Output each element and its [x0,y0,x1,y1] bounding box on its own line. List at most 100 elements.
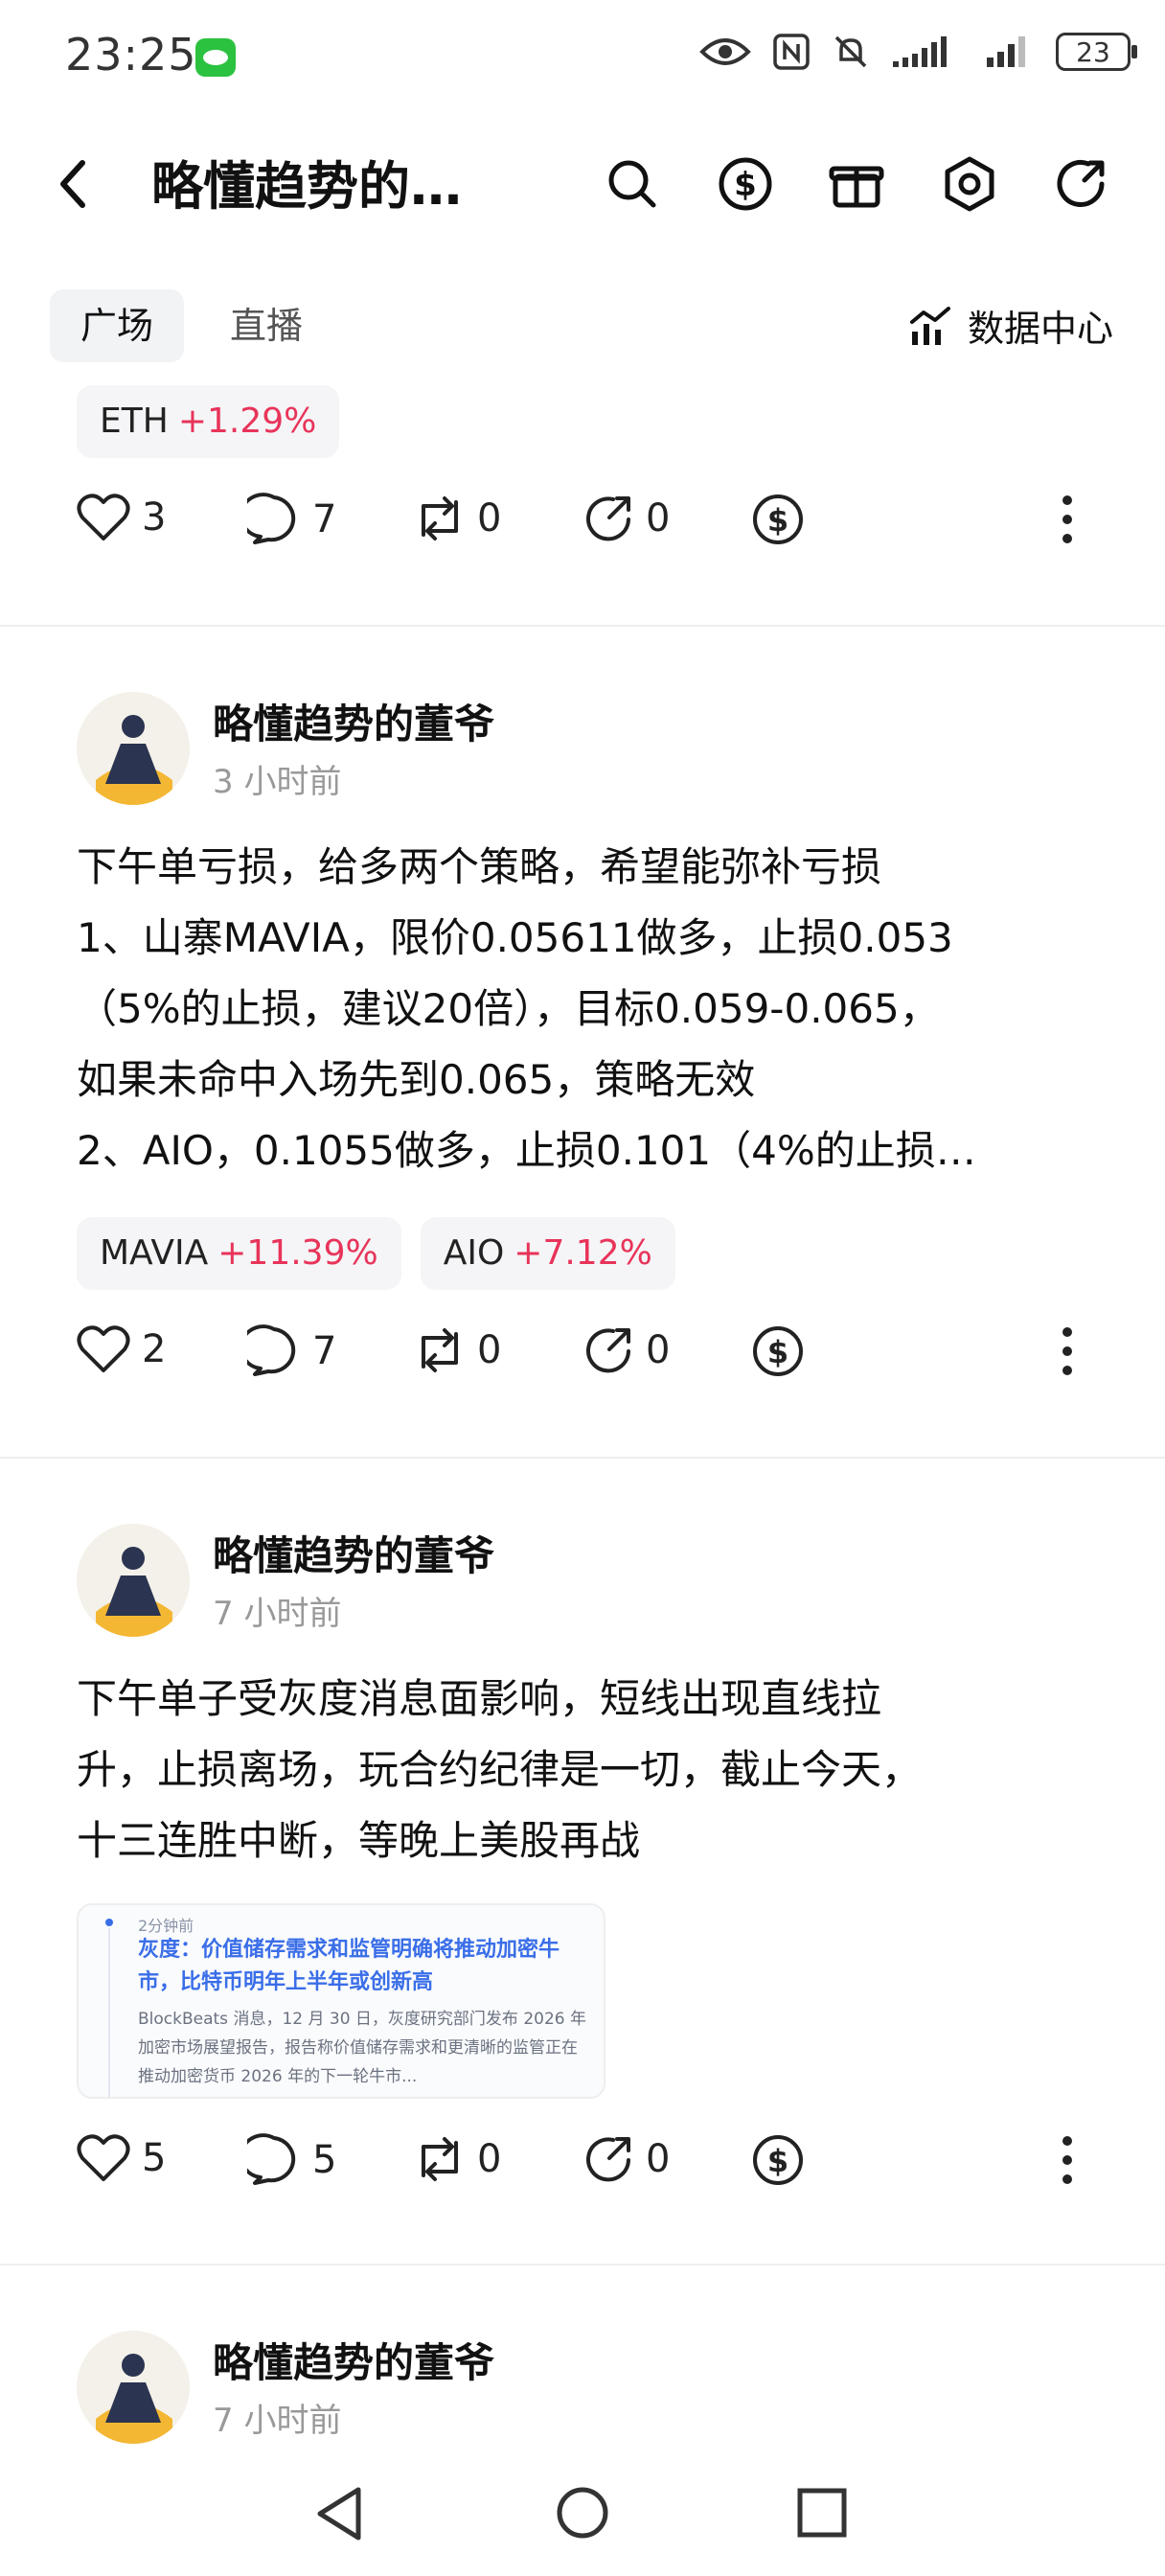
avatar[interactable] [77,1524,190,1637]
post-line: 2、AIO，0.1055做多，止损0.101（4%的止损… [77,1127,976,1174]
more-icon [1062,2136,1072,2184]
post-line: 1、山寨MAVIA，限价0.05611做多，止损0.053 [77,914,953,961]
like-count: 3 [142,495,167,540]
timeline-dot [105,1919,113,1926]
comment-icon [247,1324,296,1376]
back-icon[interactable] [50,153,98,215]
gift-icon[interactable] [826,153,887,215]
forward-icon [586,1328,630,1373]
coin-symbol: AIO [443,1233,505,1273]
post-line: （5%的止损，建议20倍），目标0.059-0.065， [77,985,940,1032]
tip-icon: $ [753,494,803,544]
post-body[interactable]: 下午单亏损，给多两个策略，希望能弥补亏损 1、山寨MAVIA，限价0.05611… [77,832,1092,1186]
tip-button[interactable]: $ [751,493,805,546]
coin-chip-mavia[interactable]: MAVIA +11.39% [77,1217,401,1290]
coin-symbol: MAVIA [100,1233,209,1273]
author-name[interactable]: 略懂趋势的董爷 [213,1524,494,1582]
post-actions: 3 7 0 0 $ [77,493,1092,569]
post-line: 升，止损离场，玩合约纪律是一切，截止今天， [77,1746,923,1793]
more-button[interactable] [1058,1324,1077,1378]
news-card[interactable]: 2分钟前 灰度：价值储存需求和监管明确将推动加密牛市，比特币明年上半年或创新高 … [77,1903,605,2099]
repost-icon [422,496,458,540]
timeline-line [108,1928,110,2097]
avatar[interactable] [77,692,190,805]
comment-icon [247,493,296,544]
signal-icon [893,36,947,67]
avatar[interactable] [77,2331,190,2444]
nav-recents-icon[interactable] [795,2486,849,2540]
more-button[interactable] [1058,2133,1077,2187]
signal-icon [987,36,1025,67]
svg-text:$: $ [767,1334,788,1370]
search-icon[interactable] [602,153,663,215]
heart-icon [77,494,130,540]
more-button[interactable] [1058,493,1077,546]
comment-button[interactable]: 5 [247,2133,336,2187]
comment-count: 7 [312,1329,337,1373]
divider [0,1457,1165,1459]
tab-live[interactable]: 直播 [199,289,333,362]
comment-button[interactable]: 7 [247,493,336,546]
comment-button[interactable]: 7 [247,1324,336,1378]
post-line: 下午单亏损，给多两个策略，希望能弥补亏损 [77,843,882,890]
coin-symbol: ETH [100,402,169,441]
repost-button[interactable]: 0 [414,493,501,544]
repost-icon [422,2137,458,2181]
avatar-image [77,692,190,805]
post-line: 如果未命中入场先到0.065，策略无效 [77,1056,756,1103]
forward-button[interactable]: 0 [582,1324,670,1376]
author-name[interactable]: 略懂趋势的董爷 [213,2331,494,2389]
avatar-image [77,1524,190,1637]
tip-icon: $ [753,1326,803,1376]
post-actions: 2 7 0 0 $ [77,1324,1092,1401]
eye-icon [699,38,751,65]
like-button[interactable]: 3 [77,493,166,542]
coin-change: +1.29% [177,402,317,441]
svg-text:$: $ [767,2143,788,2179]
comment-icon [247,2133,296,2185]
like-count: 5 [142,2136,167,2180]
repost-button[interactable]: 0 [414,1324,501,1376]
nav-back-icon[interactable] [312,2484,366,2543]
more-icon [1062,1327,1072,1375]
tip-button[interactable]: $ [751,1324,805,1378]
tab-square[interactable]: 广场 [50,289,185,362]
forward-button[interactable]: 0 [582,493,670,544]
dollar-icon[interactable]: $ [715,153,776,215]
coin-change: +7.12% [514,1233,652,1273]
system-nav-bar [0,2463,1165,2576]
author-name[interactable]: 略懂趋势的董爷 [213,692,494,750]
forward-button[interactable]: 0 [582,2133,670,2185]
share-icon[interactable] [1050,153,1111,215]
news-body: BlockBeats 消息，12 月 30 日，灰度研究部门发布 2026 年加… [138,2010,586,2086]
news-time: 2分钟前 [138,1917,194,1935]
comment-count: 5 [312,2138,337,2182]
post-body[interactable]: 下午单子受灰度消息面影响，短线出现直线拉 升，止损离场，玩合约纪律是一切，截止今… [77,1664,1092,1876]
coin-chip-eth[interactable]: ETH +1.29% [77,385,340,458]
forward-count: 0 [646,2137,671,2181]
like-button[interactable]: 5 [77,2133,166,2183]
post-time: 7 小时前 [213,1595,342,1633]
forward-icon [586,496,630,541]
heart-icon [77,1325,130,1372]
data-center-label: 数据中心 [967,308,1113,350]
repost-icon [422,1328,458,1372]
data-center-link[interactable]: 数据中心 [908,299,1113,352]
like-button[interactable]: 2 [77,1324,166,1374]
settings-icon[interactable] [939,153,1000,215]
coin-change: +11.39% [217,1233,378,1273]
like-count: 2 [142,1327,167,1371]
nav-home-icon[interactable] [554,2484,611,2542]
tip-button[interactable]: $ [751,2133,805,2187]
repost-count: 0 [477,496,502,540]
forward-count: 0 [646,1328,671,1372]
avatar-image [77,2331,190,2444]
forward-count: 0 [646,496,671,540]
divider [0,625,1165,627]
mute-icon [834,35,867,68]
repost-button[interactable]: 0 [414,2133,501,2185]
coin-chip-aio[interactable]: AIO +7.12% [420,1217,675,1290]
battery-indicator: 23 [1056,33,1137,71]
coin-chip-row: MAVIA +11.39% AIO +7.12% [77,1217,675,1290]
news-title: 灰度：价值储存需求和监管明确将推动加密牛市，比特币明年上半年或创新高 [138,1938,560,1994]
